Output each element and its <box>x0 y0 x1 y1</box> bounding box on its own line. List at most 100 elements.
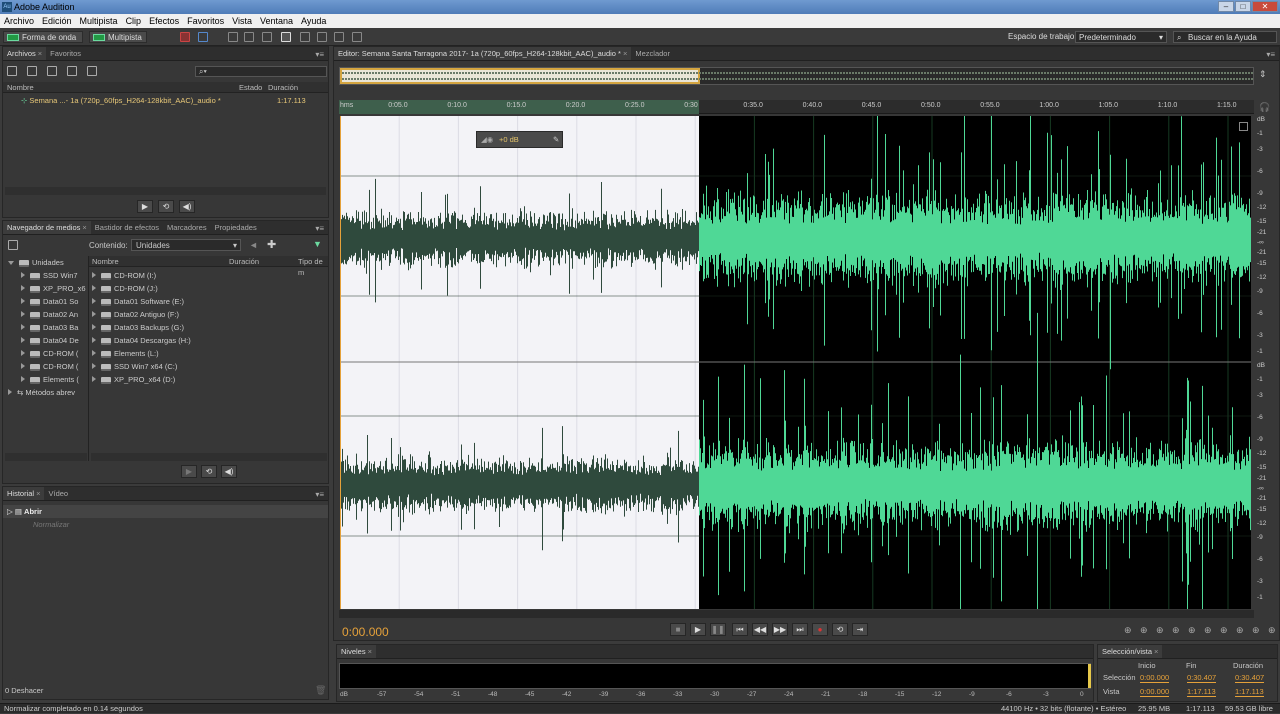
tab-niveles[interactable]: Niveles × <box>337 645 376 658</box>
zoom-in-end-icon[interactable]: ⊕ <box>1220 625 1228 636</box>
selection-end[interactable]: 0:30.407 <box>1187 673 1217 683</box>
panel-menu-icon[interactable]: ▾≡ <box>1266 50 1275 59</box>
col-duracion[interactable]: Duración <box>268 82 298 93</box>
workspace-select[interactable]: Predeterminado ▾ <box>1075 31 1167 43</box>
record-button[interactable]: ● <box>812 623 828 636</box>
tab-favoritos[interactable]: Favoritos <box>46 47 85 60</box>
filter-icon[interactable]: ▼ <box>313 239 322 249</box>
pitch-icon[interactable] <box>198 32 208 42</box>
tree-item-shortcuts[interactable]: ⇆ Métodos abrev <box>8 386 75 399</box>
pin-icon[interactable]: ✎ <box>553 132 559 147</box>
loop-preview-button[interactable]: ⟲ <box>158 200 174 213</box>
list-item[interactable]: Data02 Antiguo (F:) <box>92 308 179 321</box>
stop-button[interactable]: ■ <box>670 623 686 636</box>
minimize-button[interactable]: – <box>1218 1 1234 12</box>
current-time-display[interactable]: 0:00.000 <box>342 625 389 639</box>
menu-multipista[interactable]: Multipista <box>76 14 122 28</box>
list-item[interactable]: Data04 Descargas (H:) <box>92 334 191 347</box>
zoom-selection-icon[interactable]: ⊕ <box>1236 625 1244 636</box>
overview-navigator[interactable] <box>339 67 1254 85</box>
panel-menu-icon[interactable]: ▾≡ <box>315 490 324 499</box>
list-item[interactable]: XP_PRO_x64 (D:) <box>92 373 175 386</box>
move-tool-icon[interactable] <box>228 32 238 42</box>
tree-item[interactable]: Data03 Ba <box>21 321 78 334</box>
tab-marcadores[interactable]: Marcadores <box>163 221 211 234</box>
list-item[interactable]: Elements (L:) <box>92 347 159 360</box>
tree-item[interactable]: Data02 An <box>21 308 78 321</box>
menu-efectos[interactable]: Efectos <box>145 14 183 28</box>
loop-preview-button[interactable]: ⟲ <box>201 465 217 478</box>
zoom-in-start-icon[interactable]: ⊕ <box>1204 625 1212 636</box>
col-estado[interactable]: Estado <box>239 82 262 93</box>
zoom-in-amplitude-icon[interactable]: ⊕ <box>1124 625 1132 636</box>
zoom-in-time-icon[interactable]: ⊕ <box>1156 625 1164 636</box>
slip-tool-icon[interactable] <box>262 32 272 42</box>
trash-icon[interactable] <box>87 66 97 76</box>
tab-historial[interactable]: Historial × <box>3 487 45 500</box>
trash-icon[interactable]: 🗑 <box>315 685 326 696</box>
add-shortcut-icon[interactable]: ✚ <box>267 238 276 251</box>
files-hscroll[interactable] <box>5 187 326 195</box>
spot-healing-icon[interactable] <box>352 32 362 42</box>
lasso-tool-icon[interactable] <box>317 32 327 42</box>
list-item[interactable]: CD-ROM (I:) <box>92 269 156 282</box>
list-item[interactable]: Data01 Software (E:) <box>92 295 184 308</box>
open-file-icon[interactable] <box>7 66 17 76</box>
col-nombre[interactable]: Nombre <box>7 82 34 93</box>
contents-select[interactable]: Unidades ▾ <box>131 239 241 251</box>
menu-favoritos[interactable]: Favoritos <box>183 14 228 28</box>
list-item[interactable]: Data03 Backups (G:) <box>92 321 184 334</box>
col-nombre[interactable]: Nombre <box>92 256 119 267</box>
new-file-icon[interactable] <box>47 66 57 76</box>
history-item-normalizar[interactable]: Normalizar <box>33 518 69 531</box>
file-row[interactable]: ⊹ Semana ...- 1a (720p_60fps_H264-128kbi… <box>21 94 326 107</box>
insert-icon[interactable] <box>67 66 77 76</box>
selection-duration[interactable]: 0:30.407 <box>1235 673 1265 683</box>
tab-bastidor-efectos[interactable]: Bastidor de efectos <box>91 221 163 234</box>
waveform-display[interactable] <box>340 116 1251 609</box>
tree-item[interactable]: SSD Win7 <box>21 269 78 282</box>
zoom-handle-icon[interactable]: ⇕ <box>1259 69 1267 80</box>
play-button[interactable]: ▶ <box>690 623 706 636</box>
col-duracion[interactable]: Duración <box>229 256 259 267</box>
waveform-hscroll[interactable] <box>339 610 1254 618</box>
tab-mezclador[interactable]: Mezclador <box>631 47 674 60</box>
zoom-out-time-icon[interactable]: ⊕ <box>1172 625 1180 636</box>
help-search-input[interactable]: ⌕ Buscar en la Ayuda <box>1173 31 1277 43</box>
hud-gain-control[interactable]: ◢◉ +0 dB ✎ <box>476 131 563 148</box>
close-button[interactable]: ✕ <box>1252 1 1278 12</box>
view-start[interactable]: 0:00.000 <box>1140 687 1170 697</box>
go-to-start-button[interactable]: ⏮ <box>732 623 748 636</box>
menu-ayuda[interactable]: Ayuda <box>297 14 330 28</box>
headphones-icon[interactable]: 🎧 <box>1259 102 1270 113</box>
splitter[interactable] <box>88 256 89 461</box>
files-search-input[interactable]: ⌕▾ <box>195 66 327 77</box>
play-preview-button[interactable]: ▶ <box>181 465 197 478</box>
autoplay-button[interactable]: ◀) <box>221 465 237 478</box>
import-icon[interactable] <box>27 66 37 76</box>
tree-item[interactable]: XP_PRO_x6 <box>21 282 86 295</box>
maximize-view-icon[interactable] <box>1239 122 1248 131</box>
list-hscroll[interactable] <box>91 453 327 461</box>
marquee-tool-icon[interactable] <box>300 32 310 42</box>
zoom-out-icon[interactable]: ⊕ <box>1268 625 1276 636</box>
col-tipo[interactable]: Tipo de m <box>298 256 328 278</box>
zoom-out-amplitude-icon[interactable]: ⊕ <box>1140 625 1148 636</box>
loop-button[interactable]: ⟲ <box>832 623 848 636</box>
spectral-icon[interactable] <box>180 32 190 42</box>
view-end[interactable]: 1:17.113 <box>1187 687 1216 697</box>
tab-video[interactable]: Vídeo <box>44 487 72 500</box>
tab-navegador-medios[interactable]: Navegador de medios × <box>3 221 91 234</box>
tab-archivos[interactable]: Archivos × <box>3 47 47 60</box>
menu-vista[interactable]: Vista <box>228 14 256 28</box>
show-tree-icon[interactable] <box>8 240 18 250</box>
waveform-view-button[interactable]: Forma de onda <box>3 31 83 43</box>
tree-item[interactable]: CD-ROM ( <box>21 347 78 360</box>
pause-button[interactable]: ❚❚ <box>710 623 726 636</box>
maximize-button[interactable]: □ <box>1235 1 1251 12</box>
tab-propiedades[interactable]: Propiedades <box>211 221 261 234</box>
tree-hscroll[interactable] <box>5 453 87 461</box>
brush-tool-icon[interactable] <box>334 32 344 42</box>
tab-editor[interactable]: Editor: Semana Santa Tarragona 2017- 1a … <box>334 47 632 60</box>
tree-item[interactable]: CD-ROM ( <box>21 360 78 373</box>
